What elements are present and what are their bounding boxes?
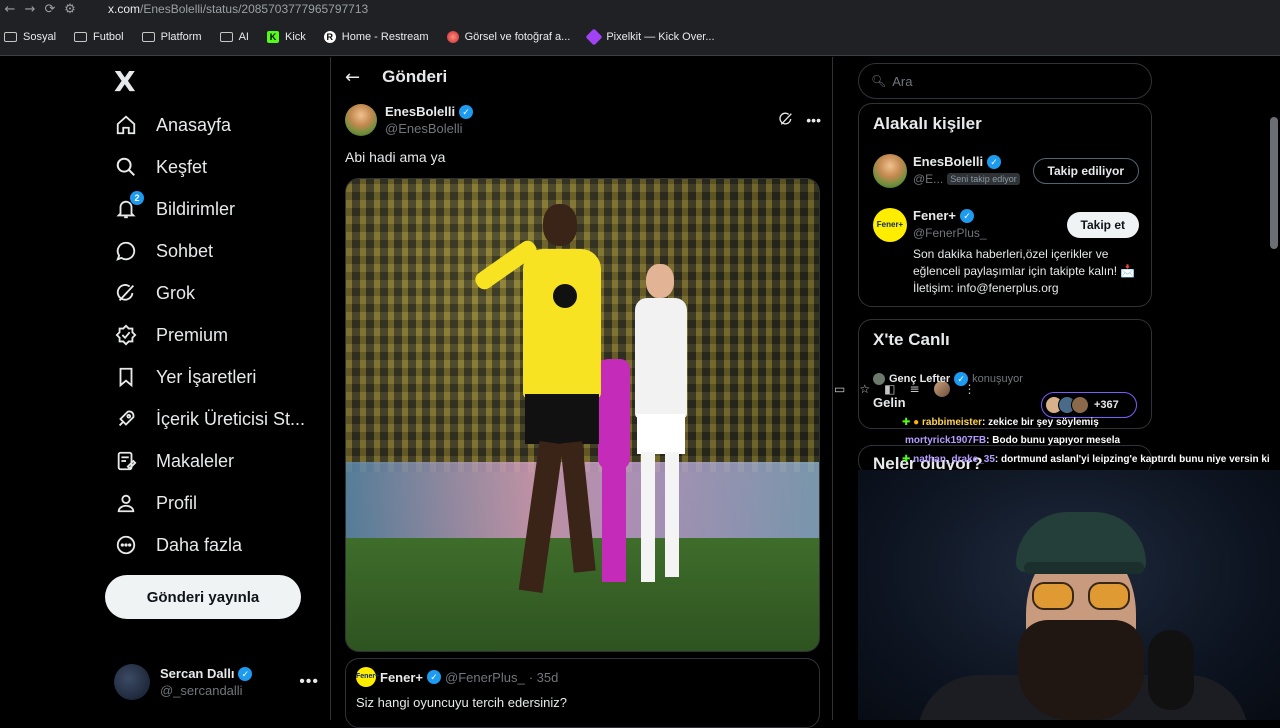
premium-icon: [114, 323, 138, 347]
verified-badge-icon: ✓: [459, 104, 474, 119]
follow-button[interactable]: Takip et: [1066, 212, 1139, 238]
grok-icon: [114, 281, 138, 305]
verified-badge-icon: ✓: [987, 154, 1002, 169]
sidebar-item-notifications[interactable]: 2 Bildirimler: [114, 191, 235, 221]
avatar: Fener+: [356, 667, 379, 687]
sidebar-item-home[interactable]: Anasayfa: [114, 113, 231, 137]
scrollbar[interactable]: [1270, 117, 1278, 249]
sidebar-item-more[interactable]: Daha fazla: [114, 533, 242, 557]
image-player-white: [631, 264, 691, 594]
profile-icon: [114, 491, 138, 515]
more-options-icon[interactable]: •••: [806, 112, 821, 128]
card-title: Alakalı kişiler: [873, 114, 982, 133]
sidebar-item-profile[interactable]: Profil: [114, 491, 197, 515]
back-arrow-icon[interactable]: ←: [0, 2, 20, 17]
chat-message: mortyrick1907FB: Bodo bunu yapıyor mesel…: [905, 435, 1121, 446]
restream-icon: R: [323, 30, 336, 43]
sidebar-item-chat[interactable]: Sohbet: [114, 239, 213, 263]
chat-message: ✚ ● rabbimeister: zekice bir şey söylemi…: [902, 417, 1099, 428]
bookmark-pixelkit[interactable]: Pixelkit — Kick Over...: [585, 28, 715, 45]
avatar: [873, 373, 885, 385]
webcam-overlay: [858, 470, 1280, 720]
tweet-text: Abi hadi ama ya: [345, 149, 446, 165]
following-button[interactable]: Takip ediliyor: [1032, 158, 1139, 184]
bookmark-ai[interactable]: AI: [219, 31, 249, 43]
sidebar-item-articles[interactable]: Makaleler: [114, 449, 234, 473]
chat-message: ✚ nathan_drake_35: dortmund aslanl'yi le…: [902, 454, 1270, 465]
x-logo-icon[interactable]: X: [114, 65, 136, 98]
verified-badge-icon: ✓: [427, 670, 441, 684]
search-input[interactable]: 🔍︎ Ara: [858, 63, 1152, 99]
page-title: Gönderi: [382, 67, 448, 86]
quoted-tweet[interactable]: Fener+ Fener+ ✓ @FenerPlus_ · 35d Siz ha…: [345, 658, 820, 728]
tweet-image[interactable]: [345, 178, 820, 652]
verified-badge-icon: ✓: [954, 372, 969, 386]
post-button[interactable]: Gönderi yayınla: [105, 575, 301, 619]
bookmarks-bar: Sosyal Futbol Platform AI K Kick R Home - …: [0, 18, 1280, 56]
grok-icon[interactable]: [778, 111, 794, 130]
notification-count-badge: 2: [130, 191, 144, 205]
sidebar-item-grok[interactable]: Grok: [114, 281, 195, 305]
sidebar-item-creator-studio[interactable]: İçerik Üreticisi St...: [114, 407, 305, 431]
bookmark-sosyal[interactable]: Sosyal: [4, 31, 56, 43]
avatar: [1071, 396, 1089, 414]
browser-toolbar: ← → ⟳ ⚙ x.com/EnesBolelli/status/2085703…: [0, 0, 1280, 397]
folder-icon: [141, 31, 155, 42]
chat-icon: [114, 239, 138, 263]
follows-you-badge: Seni takip ediyor: [947, 173, 1020, 185]
quoted-tweet-text: Siz hangi oyuncuyu tercih edersiniz?: [356, 695, 568, 710]
more-options-icon[interactable]: •••: [299, 673, 319, 691]
more-icon: [114, 533, 138, 557]
verified-badge-icon: ✓: [238, 666, 253, 681]
list-item[interactable]: EnesBolelli ✓ @E... Seni takip ediyor Taki…: [873, 154, 1139, 188]
bookmark-platform[interactable]: Platform: [141, 31, 202, 43]
bookmark-gallery[interactable]: Görsel ve fotoğraf a...: [446, 30, 570, 43]
address-bar[interactable]: x.com/EnesBolelli/status/208570377796579…: [108, 2, 368, 16]
folder-icon: [74, 31, 88, 42]
gallery-icon: [446, 30, 459, 43]
reload-icon[interactable]: ⟳: [40, 2, 60, 17]
live-card[interactable]: X'te Canlı Genç Lefter ✓ konuşuyor Gelin…: [858, 319, 1152, 429]
tweet-author-handle[interactable]: @EnesBolelli: [385, 121, 473, 136]
avatar: Fener+: [873, 208, 907, 242]
folder-icon: [4, 31, 17, 42]
bookmark-futbol[interactable]: Futbol: [74, 31, 124, 43]
avatar: [114, 664, 150, 700]
bookmark-icon: [114, 365, 138, 389]
relevant-people-card: Alakalı kişiler EnesBolelli ✓ @E... Seni t…: [858, 103, 1152, 307]
bookmark-restream[interactable]: R Home - Restream: [323, 30, 429, 43]
page-header: ← Gönderi: [331, 57, 834, 97]
card-title: X'te Canlı: [873, 330, 950, 349]
account-switcher[interactable]: Sercan Dallı ✓ @_sercandalli •••: [114, 662, 319, 702]
rocket-icon: [114, 407, 138, 431]
avatar: [873, 154, 907, 188]
forward-arrow-icon[interactable]: →: [20, 2, 40, 17]
sidebar-item-explore[interactable]: Keşfet: [114, 155, 207, 179]
back-arrow-icon[interactable]: ←: [345, 67, 360, 88]
space-title: Gelin: [873, 395, 906, 410]
list-item[interactable]: Fener+ Fener+ ✓ @FenerPlus_ Takip et: [873, 208, 1139, 242]
avatar[interactable]: [345, 104, 377, 136]
tweet-header: EnesBolelli ✓ @EnesBolelli •••: [345, 102, 821, 138]
left-sidebar: X Anasayfa Keşfet 2 Bildirimler Sohbet G…: [0, 57, 330, 720]
folder-icon: [219, 31, 233, 42]
site-settings-icon[interactable]: ⚙: [60, 2, 80, 17]
main-column: ← Gönderi EnesBolelli ✓ @EnesBolelli ••• …: [330, 57, 834, 728]
sidebar-item-bookmarks[interactable]: Yer İşaretleri: [114, 365, 256, 389]
bookmark-kick[interactable]: K Kick: [266, 30, 306, 43]
verified-badge-icon: ✓: [960, 208, 974, 223]
search-icon: [114, 155, 138, 179]
search-icon: 🔍︎: [871, 74, 887, 88]
listeners-badge[interactable]: +367: [1041, 392, 1137, 418]
pixelkit-icon: [585, 28, 603, 45]
home-icon: [114, 113, 138, 137]
profile-bio: Son dakika haberleri,özel içerikler ve e…: [913, 247, 1136, 295]
kick-icon: K: [266, 30, 279, 43]
sidebar-item-premium[interactable]: Premium: [114, 323, 228, 347]
image-player-yellow: [472, 204, 611, 604]
bell-icon: 2: [114, 191, 144, 221]
article-icon: [114, 449, 138, 473]
tweet-author-name[interactable]: EnesBolelli: [385, 104, 455, 119]
